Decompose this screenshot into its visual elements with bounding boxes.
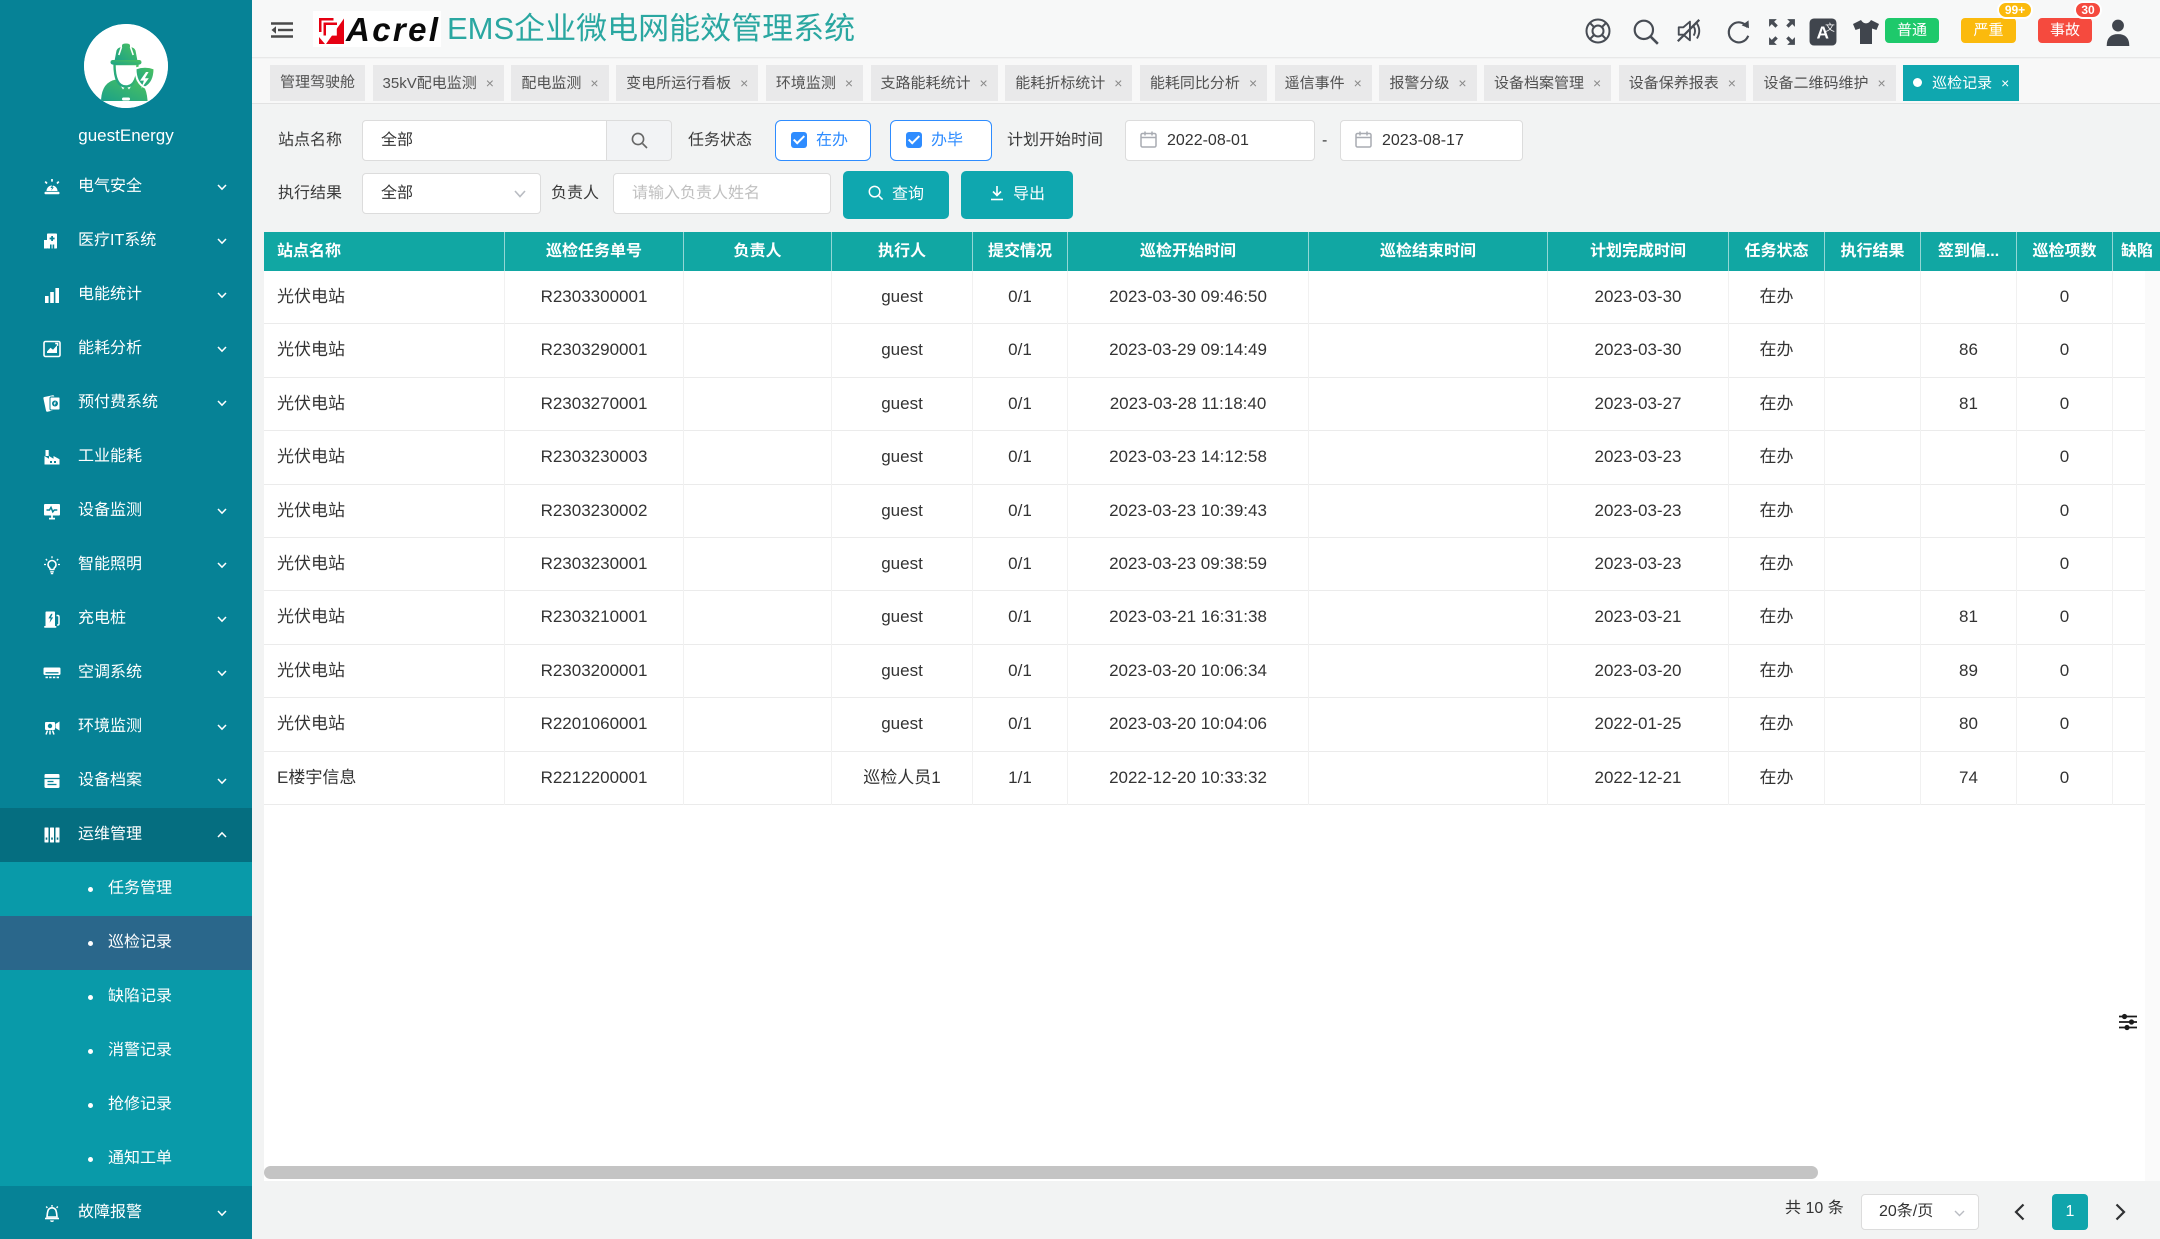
svg-text:Acrel: Acrel — [345, 11, 439, 47]
svg-text:文: 文 — [1825, 21, 1835, 34]
